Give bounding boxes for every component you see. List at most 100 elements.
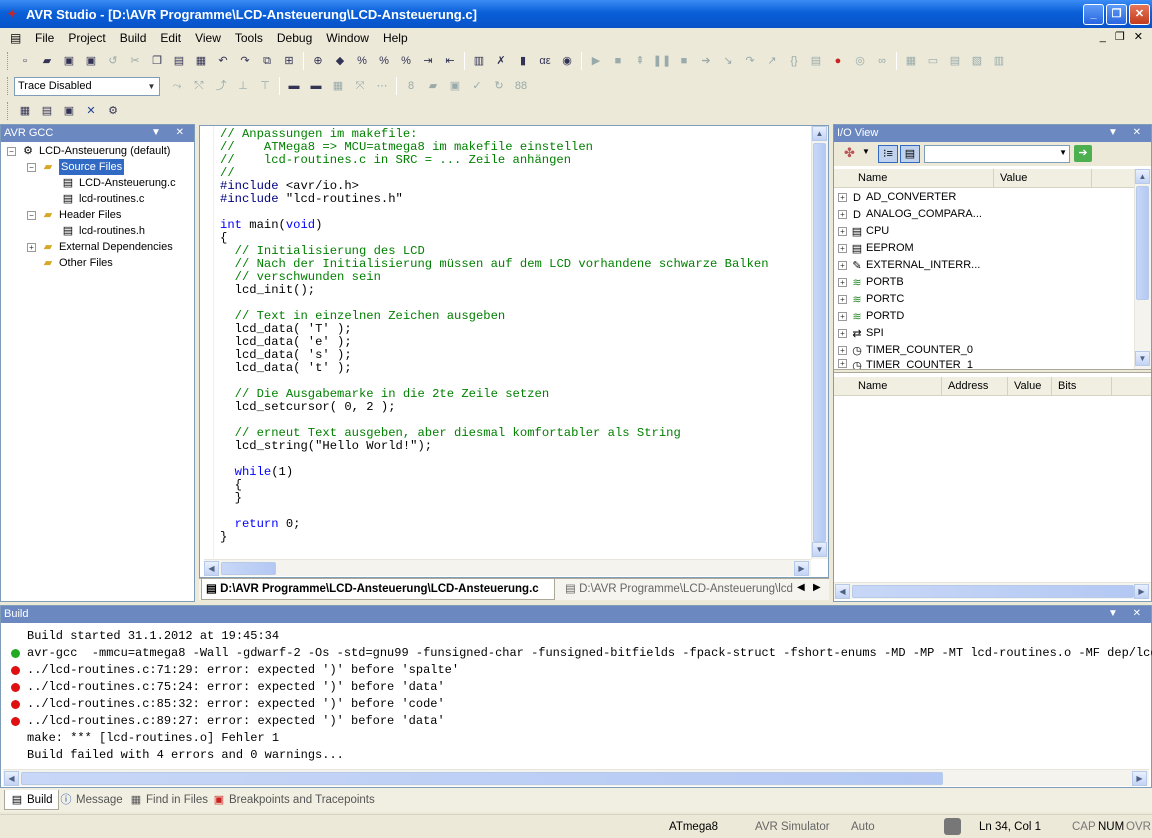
io-scroll-thumb[interactable]	[1136, 186, 1149, 300]
list-view-icon[interactable]: ▤	[900, 145, 920, 163]
io-item[interactable]: + ◷ TIMER_COUNTER_0	[838, 342, 973, 359]
io-col-value[interactable]: Value	[994, 169, 1092, 187]
io-horizontal-scrollbar[interactable]: ◀ ▶	[834, 582, 1151, 599]
new-file-icon[interactable]: ▫	[14, 51, 36, 71]
menu-debug[interactable]: Debug	[270, 29, 319, 47]
expand-icon[interactable]: +	[838, 278, 847, 287]
toggle-bookmark-icon[interactable]: %	[351, 51, 373, 71]
menu-file[interactable]: File	[28, 29, 61, 47]
cut-icon[interactable]: ✂	[124, 51, 146, 71]
show-next-statement-icon[interactable]: ➔	[695, 51, 717, 71]
project-settings-icon[interactable]: ⚙	[102, 101, 124, 121]
tree-project[interactable]: − ⚙ LCD-Ansteuerung (default)	[7, 143, 170, 159]
collapse-icon[interactable]: −	[7, 146, 16, 156]
menu-window[interactable]: Window	[319, 29, 376, 47]
io-item[interactable]: + ⇄ SPI	[838, 325, 884, 342]
scroll-left-icon[interactable]: ◀	[204, 561, 219, 576]
avr-studio-app-icon[interactable]: ✦	[4, 6, 20, 22]
code-line[interactable]: lcd_setcursor( 0, 2 );	[220, 401, 810, 414]
code-line[interactable]: // lcd-routines.c in SRC = ... Zeile anh…	[220, 154, 810, 167]
expand-icon[interactable]: +	[838, 227, 847, 236]
outdent-icon[interactable]: ⇤	[439, 51, 461, 71]
editor-scroll-thumb[interactable]	[813, 143, 826, 542]
detail-col-name[interactable]: Name	[852, 377, 942, 395]
io-item[interactable]: + D ANALOG_COMPARA...	[838, 206, 982, 223]
menu-build[interactable]: Build	[113, 29, 154, 47]
expand-icon[interactable]: +	[838, 244, 847, 253]
title-bar[interactable]: ✦ AVR Studio - [D:\AVR Programme\LCD-Ans…	[0, 0, 1152, 28]
binoculars-find-icon[interactable]: ⊕	[307, 51, 329, 71]
close-button[interactable]: ✕	[1129, 3, 1150, 25]
window-cascade-icon[interactable]: ⧉	[256, 51, 278, 71]
clear-bookmarks-icon[interactable]: %	[395, 51, 417, 71]
io-item[interactable]: + ✎ EXTERNAL_INTERR...	[838, 257, 980, 274]
tab-lcd-ansteuerung[interactable]: ▤ D:\AVR Programme\LCD-Ansteuerung\LCD-A…	[201, 579, 555, 600]
undo-edit-icon[interactable]: ↶	[212, 51, 234, 71]
save-icon[interactable]: ▣	[58, 51, 80, 71]
undo-icon[interactable]: ↺	[102, 51, 124, 71]
expand-icon[interactable]: +	[838, 210, 847, 219]
tree-file-lcd-routines-h[interactable]: ▤ lcd-routines.h	[60, 223, 145, 239]
build-line[interactable]: Build failed with 4 errors and 0 warning…	[11, 747, 344, 764]
build-line[interactable]: Build started 31.1.2012 at 19:45:34	[11, 628, 279, 645]
expand-icon[interactable]: +	[838, 312, 847, 321]
build-horizontal-scrollbar[interactable]: ◀ ▶	[3, 769, 1149, 786]
break-icon[interactable]: ❚❚	[651, 51, 673, 71]
trace-step-icon[interactable]: ⤳	[166, 76, 188, 96]
menu-help[interactable]: Help	[376, 29, 415, 47]
connect-icon[interactable]: ▬	[283, 76, 305, 96]
watch-window-icon[interactable]: ▦	[900, 51, 922, 71]
compile-icon[interactable]: ✗	[490, 51, 512, 71]
code-line[interactable]	[220, 505, 810, 518]
clear-breakpoints-icon[interactable]: ◎	[849, 51, 871, 71]
build-line[interactable]: avr-gcc -mmcu=atmega8 -Wall -gdwarf-2 -O…	[11, 645, 1152, 662]
reset-icon[interactable]: ⇞	[629, 51, 651, 71]
copy-icon[interactable]: ❐	[146, 51, 168, 71]
collapse-icon[interactable]: −	[27, 162, 36, 172]
code-line[interactable]: return 0;	[220, 518, 810, 531]
tab-build[interactable]: ▤ Build	[4, 790, 59, 810]
expand-icon[interactable]: +	[838, 346, 847, 355]
quickwatch-icon[interactable]: ∞	[871, 51, 893, 71]
tree-view-icon[interactable]: ⁝≡	[878, 145, 898, 163]
build-line[interactable]: make: *** [lcd-routines.o] Fehler 1	[11, 730, 279, 747]
trace-clear-icon[interactable]: ⤲	[188, 76, 210, 96]
scroll-right-icon[interactable]: ▶	[1134, 584, 1149, 599]
io-hscroll-thumb[interactable]	[852, 585, 1134, 598]
next-bookmark-icon[interactable]: %	[373, 51, 395, 71]
go-arrow-icon[interactable]: ➔	[1074, 145, 1092, 162]
scroll-down-icon[interactable]: ▼	[812, 542, 827, 557]
redo-edit-icon[interactable]: ↷	[234, 51, 256, 71]
tree-source-files[interactable]: − ▰ Source Files	[27, 159, 125, 175]
tab-message[interactable]: ⓘ Message	[54, 790, 128, 810]
add-files-icon[interactable]: ▤	[36, 101, 58, 121]
step-over-icon[interactable]: ↷	[739, 51, 761, 71]
tab-lcd-routines[interactable]: ▤ D:\AVR Programme\LCD-Ansteuerung\lcd-r…	[561, 579, 793, 600]
io-view-controls[interactable]: ▼ ✕	[1108, 125, 1147, 141]
toggle-breakpoint-icon[interactable]: ●	[827, 51, 849, 71]
rebuild-icon[interactable]: αε	[534, 51, 556, 71]
find-in-files-icon[interactable]: ⊞	[278, 51, 300, 71]
tree-file-lcd-ansteuerung[interactable]: ▤ LCD-Ansteuerung.c	[60, 175, 176, 191]
build-hscroll-thumb[interactable]	[21, 772, 943, 785]
code-line[interactable]	[220, 453, 810, 466]
minimize-button[interactable]: _	[1083, 3, 1104, 25]
register-window-icon[interactable]: ▤	[944, 51, 966, 71]
io-item[interactable]: + ◷ TIMER_COUNTER_1	[838, 359, 973, 369]
trace-mode-combo[interactable]: Trace Disabled ▼	[14, 76, 160, 96]
code-text[interactable]: // Anpassungen im makefile:// ATMega8 =>…	[220, 128, 810, 560]
step-out-icon[interactable]: ↗	[761, 51, 783, 71]
code-line[interactable]: }	[220, 492, 810, 505]
avr-prog-icon[interactable]: ◉	[556, 51, 578, 71]
scroll-down-icon[interactable]: ▼	[1135, 351, 1150, 366]
tab-breakpoints[interactable]: ▣ Breakpoints and Tracepoints	[207, 790, 380, 810]
stop-debug-icon[interactable]: ■	[607, 51, 629, 71]
trace-config-icon[interactable]: ⤧	[349, 76, 371, 96]
code-line[interactable]: #include "lcd-routines.h"	[220, 193, 810, 206]
eight-icon[interactable]: 8	[400, 76, 422, 96]
code-line[interactable]: }	[220, 531, 810, 544]
project-remove-icon[interactable]: ✕	[80, 101, 102, 121]
stop-icon[interactable]: ■	[673, 51, 695, 71]
editor-hscroll-thumb[interactable]	[221, 562, 276, 575]
project-options-icon[interactable]: ▦	[14, 101, 36, 121]
